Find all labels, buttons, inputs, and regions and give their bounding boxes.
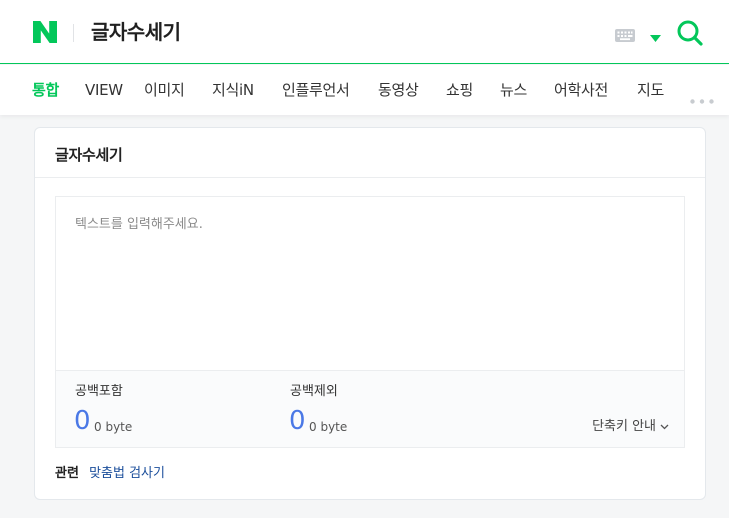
- without-spaces-label: 공백제외: [290, 384, 338, 399]
- tab-view[interactable]: VIEW: [85, 79, 123, 101]
- text-editor: 공백포함 0 0 byte 공백제외 0 0 byte 단축키 안내: [55, 196, 685, 448]
- naver-logo-icon: [33, 21, 57, 43]
- tab-influencer[interactable]: 인플루언서: [282, 79, 350, 101]
- card-title: 글자수세기: [55, 146, 123, 164]
- more-tabs-icon[interactable]: [690, 89, 714, 104]
- tab-news[interactable]: 뉴스: [500, 79, 527, 101]
- search-icon: [677, 20, 703, 46]
- shortcut-guide-button[interactable]: 단축키 안내: [592, 418, 669, 436]
- character-counter-card: 글자수세기 공백포함 0 0 byte 공백제외 0 0 byte 단축키 안내…: [34, 127, 706, 500]
- keyboard-icon[interactable]: [615, 27, 635, 42]
- search-query-text[interactable]: 글자수세기: [91, 19, 181, 45]
- naver-logo[interactable]: [33, 21, 57, 43]
- spell-checker-link[interactable]: 맞춤법 검사기: [89, 466, 165, 481]
- tab-knowledge-in[interactable]: 지식iN: [212, 79, 254, 101]
- caret-down-icon[interactable]: [650, 28, 661, 42]
- text-input[interactable]: [56, 197, 684, 370]
- search-button[interactable]: [677, 20, 703, 46]
- chevron-down-icon: [660, 424, 669, 430]
- tab-images[interactable]: 이미지: [144, 79, 185, 101]
- without-spaces-bytes: 0 byte: [309, 420, 348, 434]
- with-spaces-count: 0: [74, 406, 91, 436]
- search-tabs: 통합 VIEW 이미지 지식iN 인플루언서 동영상 쇼핑 뉴스 어학사전 지도: [0, 65, 729, 115]
- related-label: 관련: [55, 466, 79, 481]
- header-divider: [73, 24, 74, 42]
- with-spaces-label: 공백포함: [75, 384, 123, 399]
- tab-integrated[interactable]: 통합: [32, 79, 59, 101]
- count-stats: 공백포함 0 0 byte 공백제외 0 0 byte 단축키 안내: [56, 370, 684, 447]
- with-spaces-bytes: 0 byte: [94, 420, 133, 434]
- tab-dictionary[interactable]: 어학사전: [554, 79, 608, 101]
- tab-video[interactable]: 동영상: [378, 79, 419, 101]
- without-spaces-count: 0: [289, 406, 306, 436]
- card-divider: [35, 177, 705, 178]
- shortcut-guide-label: 단축키 안내: [592, 419, 656, 434]
- related-links: 관련 맞춤법 검사기: [55, 465, 165, 483]
- tab-shopping[interactable]: 쇼핑: [446, 79, 473, 101]
- search-header: 글자수세기: [0, 0, 729, 64]
- tab-map[interactable]: 지도: [637, 79, 664, 101]
